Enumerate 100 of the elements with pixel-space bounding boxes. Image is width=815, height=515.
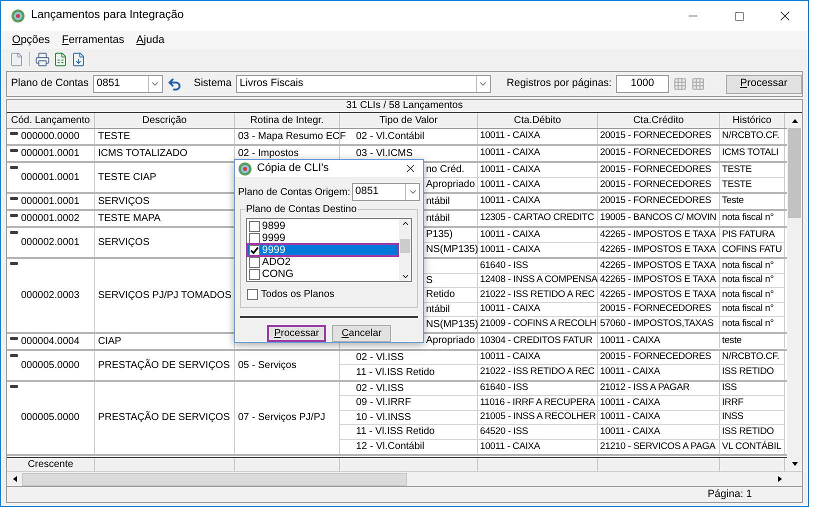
menu-item[interactable]: Ferramentas <box>56 32 130 48</box>
table-cell-text: ICMS TOTALIZADO <box>98 147 188 161</box>
table-cell: 10011 - CAIXA <box>480 228 540 242</box>
collapse-icon[interactable] <box>10 384 18 388</box>
table-cell-text: ntábil <box>426 212 450 226</box>
table-cell: 42265 - IMPOSTOS E TAXA <box>600 258 716 273</box>
table-cell-text: Apropriado <box>426 334 475 348</box>
scroll-right-icon[interactable] <box>776 475 784 483</box>
dialog-icon <box>238 162 252 176</box>
collapse-icon[interactable] <box>10 132 18 135</box>
table-cell: 10011 - CAIXA <box>480 129 540 144</box>
table-cell-text: 12 - Vl.Contábil <box>356 440 424 454</box>
table-cell: 64520 - ISS <box>480 424 528 439</box>
collapse-icon[interactable] <box>10 336 18 340</box>
dialog-button[interactable]: Processar <box>267 325 326 342</box>
list-item[interactable]: 9999 <box>247 232 399 244</box>
table-cell-text: P135) <box>426 228 453 242</box>
collapse-icon[interactable] <box>10 354 18 356</box>
table-cell: ISS RETIDO <box>722 424 774 439</box>
table-cell: teste <box>722 334 742 348</box>
list-item[interactable]: CONG <box>247 268 399 280</box>
undo-icon[interactable] <box>166 76 182 92</box>
horizontal-scrollbar[interactable] <box>7 471 802 486</box>
table-cell-text: no Créd. <box>426 163 464 178</box>
checkbox[interactable] <box>249 268 260 280</box>
table-cell: 21005 - INSS A RECOLHER <box>480 410 596 424</box>
scroll-thumb[interactable] <box>788 128 801 218</box>
records-field[interactable]: 1000 <box>616 75 670 93</box>
checkbox[interactable] <box>249 232 260 244</box>
all-plans-checkbox[interactable] <box>247 289 258 300</box>
scroll-thumb[interactable] <box>22 472 407 486</box>
table-cell: 21009 - COFINS A RECOLH <box>480 317 596 332</box>
scroll-down-icon[interactable] <box>790 460 798 468</box>
system-label: Sistema <box>194 76 232 92</box>
table-cell-text: 07 - Serviços PJ/PJ <box>238 411 326 426</box>
table-cell: 42265 - IMPOSTOS E TAXA <box>600 273 716 288</box>
table-cell: TESTE <box>722 178 752 192</box>
column-header[interactable]: Cta.Crédito <box>598 113 720 128</box>
table-cell: IRRF <box>722 396 744 410</box>
list-item[interactable]: 9999 <box>247 244 399 256</box>
table-cell: nota fiscal n° <box>722 258 774 273</box>
sort-order-text: Crescente <box>28 458 74 472</box>
table-cell-text: 11 - Vl.ISS Retido <box>356 366 435 380</box>
origin-combobox[interactable]: 0851 <box>352 183 420 202</box>
table-cell-text: 000005.0000 <box>21 411 80 426</box>
document-icon[interactable] <box>9 52 24 66</box>
collapse-icon[interactable] <box>10 197 18 200</box>
dialog-button[interactable]: Cancelar <box>332 325 391 342</box>
table-cell: PIS FATURA <box>722 228 775 242</box>
table-cell: 10011 - CAIXA <box>480 194 540 208</box>
table-cell: 10011 - CAIXA <box>480 162 540 177</box>
scroll-up-icon[interactable] <box>790 116 798 124</box>
table-cell-text: TESTE <box>98 130 130 144</box>
table-cell: VL CONTÁBIL <box>722 440 782 454</box>
table-cell: 20015 - FORNECEDORES <box>600 162 712 177</box>
collapse-icon[interactable] <box>10 214 18 217</box>
collapse-icon[interactable] <box>10 231 18 234</box>
column-header[interactable]: Cta.Débito <box>478 113 598 128</box>
spreadsheet-icon[interactable] <box>53 52 68 66</box>
system-combobox[interactable]: Livros Fiscais <box>236 75 491 93</box>
collapse-icon[interactable] <box>10 262 18 265</box>
table-cell: 10011 - CAIXA <box>600 334 660 348</box>
table-cell: 20015 - FORNECEDORES <box>600 350 712 364</box>
table-cell-text: 10 - Vl.INSS <box>356 410 412 425</box>
table-cell: 12408 - INSS A COMPENSA <box>480 273 598 288</box>
table-cell-text: 000001.0001 <box>21 171 80 185</box>
checkbox[interactable] <box>249 220 260 232</box>
all-plans-label: Todos os Planos <box>261 288 334 302</box>
column-header[interactable]: Cód. Lançamento <box>7 113 95 128</box>
list-item[interactable]: ADO2 <box>247 256 399 268</box>
column-header[interactable]: Histórico <box>720 113 785 128</box>
checkbox[interactable] <box>249 256 260 268</box>
table-cell-text: 000005.0000 <box>21 358 80 372</box>
table-cell: 21012 - ISS A PAGAR <box>600 381 690 396</box>
column-header[interactable]: Tipo de Valor <box>340 113 478 128</box>
list-item[interactable]: 9899 <box>247 220 399 232</box>
table-cell: 42265 - IMPOSTOS E TAXA <box>600 242 716 257</box>
table-cell-text: 11 - Vl.ISS Retido <box>356 425 435 440</box>
collapse-icon[interactable] <box>10 166 18 169</box>
table-cell: 10011 - CAIXA <box>480 350 540 364</box>
scroll-left-icon[interactable] <box>10 475 18 483</box>
checkbox[interactable] <box>249 244 260 256</box>
plan-combobox[interactable]: 0851 <box>92 75 163 93</box>
table-cell: 42265 - IMPOSTOS E TAXA <box>600 228 716 242</box>
table-cell: nota fiscal n° <box>722 288 774 302</box>
scroll-thumb[interactable] <box>400 239 410 254</box>
column-header[interactable]: Rotina de Integr. <box>235 113 340 128</box>
process-button[interactable]: Processar <box>726 74 802 94</box>
menu-item[interactable]: Ajuda <box>131 32 170 48</box>
table-cell: 12305 - CARTAO CREDITC <box>480 211 594 226</box>
maximize-icon[interactable] <box>734 10 744 22</box>
table-cell-text: ntábil <box>426 194 450 209</box>
menu-item[interactable]: Opções <box>7 32 55 48</box>
file-download-icon[interactable] <box>71 52 86 66</box>
collapse-icon[interactable] <box>10 149 18 152</box>
table-cell: nota fiscal n° <box>722 317 774 332</box>
table-cell: 20015 - FORNECEDORES <box>600 178 712 192</box>
table-cell: nota fiscal n° <box>722 302 774 316</box>
column-header[interactable]: Descrição <box>95 113 235 128</box>
printer-icon[interactable] <box>35 52 50 66</box>
